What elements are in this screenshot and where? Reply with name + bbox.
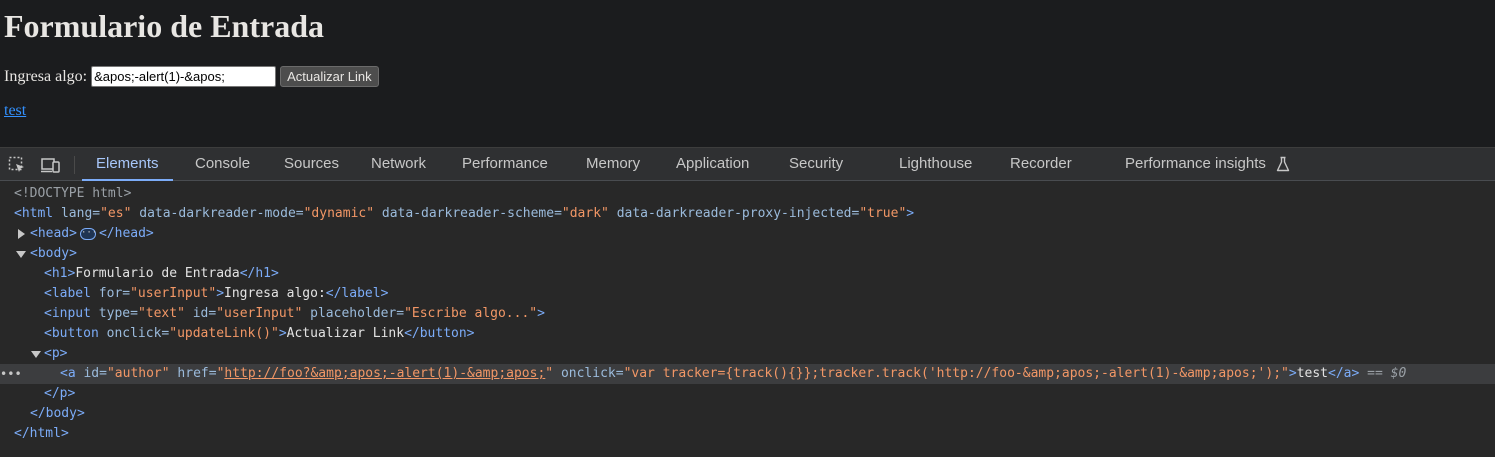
tag-close: > (278, 326, 287, 341)
button-open-tag: <button (44, 326, 99, 341)
attr-name: href= (169, 366, 217, 381)
update-link-button[interactable]: Actualizar Link (280, 66, 379, 87)
collapse-arrow-icon[interactable] (16, 251, 26, 258)
dom-node-doctype[interactable]: <!DOCTYPE html> (0, 184, 1495, 204)
dom-node-label[interactable]: <label for="userInput">Ingresa algo:</la… (0, 284, 1495, 304)
tag-close: > (537, 306, 545, 321)
device-toolbar-icon[interactable] (41, 155, 61, 175)
tab-performance-insights-label: Performance insights (1125, 155, 1266, 172)
dom-node-head[interactable]: <head> ··· </head> (0, 224, 1495, 244)
a-close-tag: </a> (1328, 366, 1360, 381)
attr-name: data-darkreader-mode= (131, 206, 304, 221)
ellipsis-icon[interactable]: ··· (79, 227, 97, 240)
page-viewport: Formulario de Entrada Ingresa algo: Actu… (0, 0, 1495, 147)
flask-icon (1276, 156, 1290, 172)
attr-name: onclick= (98, 326, 170, 341)
attr-value: "var tracker={track(){}};tracker.track('… (623, 366, 1289, 381)
tab-lighthouse[interactable]: Lighthouse (899, 148, 972, 181)
tab-application[interactable]: Application (676, 148, 749, 181)
button-text: Actualizar Link (286, 326, 405, 341)
a-text: test (1296, 366, 1328, 381)
toolbar-divider (74, 156, 75, 174)
head-close-tag: </head> (98, 226, 154, 241)
tag-close: > (1288, 366, 1297, 381)
href-link[interactable]: http://foo?&amp;apos;-alert(1)-&amp;apos… (224, 366, 545, 381)
head-open-tag: <head> (30, 226, 77, 241)
dom-node-html-close[interactable]: </html> (0, 424, 1495, 444)
attr-name: for= (90, 286, 131, 301)
h1-text: Formulario de Entrada (75, 266, 240, 281)
attr-value: "dark" (561, 206, 609, 221)
attr-value: "author" (106, 366, 170, 381)
attr-value: "text" (137, 306, 185, 321)
dom-node-body-close[interactable]: </body> (0, 404, 1495, 424)
tab-network[interactable]: Network (371, 148, 426, 181)
page-title: Formulario de Entrada (4, 8, 324, 44)
tab-security[interactable]: Security (789, 148, 843, 181)
attr-value: "userInput" (130, 286, 217, 301)
tab-performance-insights[interactable]: Performance insights (1125, 148, 1290, 181)
p-close-tag: </p> (44, 386, 76, 401)
attr-value: "true" (859, 206, 907, 221)
input-label: Ingresa algo: (4, 67, 88, 85)
attr-name: data-darkreader-scheme= (374, 206, 562, 221)
button-close-tag: </button> (404, 326, 475, 341)
tab-console[interactable]: Console (195, 148, 250, 181)
h1-open-tag: <h1> (44, 266, 76, 281)
dom-node-h1[interactable]: <h1>Formulario de Entrada</h1> (0, 264, 1495, 284)
body-close-tag: </body> (30, 406, 85, 421)
tab-sources[interactable]: Sources (284, 148, 339, 181)
label-close-tag: </label> (325, 286, 389, 301)
attr-name: type= (90, 306, 138, 321)
dom-node-input[interactable]: <input type="text" id="userInput" placeh… (0, 304, 1495, 324)
devtools-panel: Elements Console Sources Network Perform… (0, 147, 1495, 457)
tab-recorder[interactable]: Recorder (1010, 148, 1072, 181)
p-open-tag: <p> (44, 346, 68, 361)
input-open-tag: <input (44, 306, 91, 321)
tab-memory[interactable]: Memory (586, 148, 640, 181)
attr-value: "es" (100, 206, 132, 221)
attr-name: lang= (53, 206, 101, 221)
collapse-arrow-icon[interactable] (31, 351, 41, 358)
dom-node-a-selected[interactable]: ••• <a id="author" href= "http://foo?&amp;… (0, 364, 1495, 384)
inspect-element-icon[interactable] (7, 155, 27, 175)
tab-elements[interactable]: Elements (82, 148, 173, 181)
row-menu-icon[interactable]: ••• (0, 364, 22, 384)
attr-value: "userInput" (216, 306, 303, 321)
body-open-tag: <body> (30, 246, 77, 261)
attr-name: id= (75, 366, 107, 381)
user-input[interactable] (91, 66, 277, 87)
dom-node-body[interactable]: <body> (0, 244, 1495, 264)
dom-node-html[interactable]: <html lang="es" data-darkreader-mode="dy… (0, 204, 1495, 224)
devtools-toolbar: Elements Console Sources Network Perform… (0, 148, 1495, 181)
attr-value: "Escribe algo..." (404, 306, 538, 321)
label-text: Ingresa algo: (224, 286, 326, 301)
h1-close-tag: </h1> (239, 266, 279, 281)
tag-close: > (216, 286, 225, 301)
attr-name: onclick= (553, 366, 624, 381)
tag-close: > (906, 206, 915, 221)
a-open-tag: <a (60, 366, 76, 381)
tab-performance[interactable]: Performance (462, 148, 548, 181)
attr-value: "updateLink()" (169, 326, 279, 341)
label-open-tag: <label (44, 286, 91, 301)
dom-node-p[interactable]: <p> (0, 344, 1495, 364)
form-row: Ingresa algo: Actualizar Link (4, 66, 379, 87)
selected-marker: == $0 (1359, 366, 1407, 381)
html-close-tag: </html> (14, 426, 69, 441)
html-tag: <html (14, 206, 54, 221)
attr-value: "dynamic" (303, 206, 375, 221)
attr-name: data-darkreader-proxy-injected= (608, 206, 860, 221)
attr-quote: " (545, 366, 554, 381)
attr-name: placeholder= (302, 306, 405, 321)
author-link[interactable]: test (4, 102, 26, 120)
expand-arrow-icon[interactable] (18, 229, 25, 239)
dom-node-p-close[interactable]: </p> (0, 384, 1495, 404)
dom-tree: <!DOCTYPE html> <html lang="es" data-dar… (0, 181, 1495, 457)
attr-name: id= (184, 306, 217, 321)
dom-node-button[interactable]: <button onclick="updateLink()">Actualiza… (0, 324, 1495, 344)
doctype-text: <!DOCTYPE html> (14, 186, 132, 201)
